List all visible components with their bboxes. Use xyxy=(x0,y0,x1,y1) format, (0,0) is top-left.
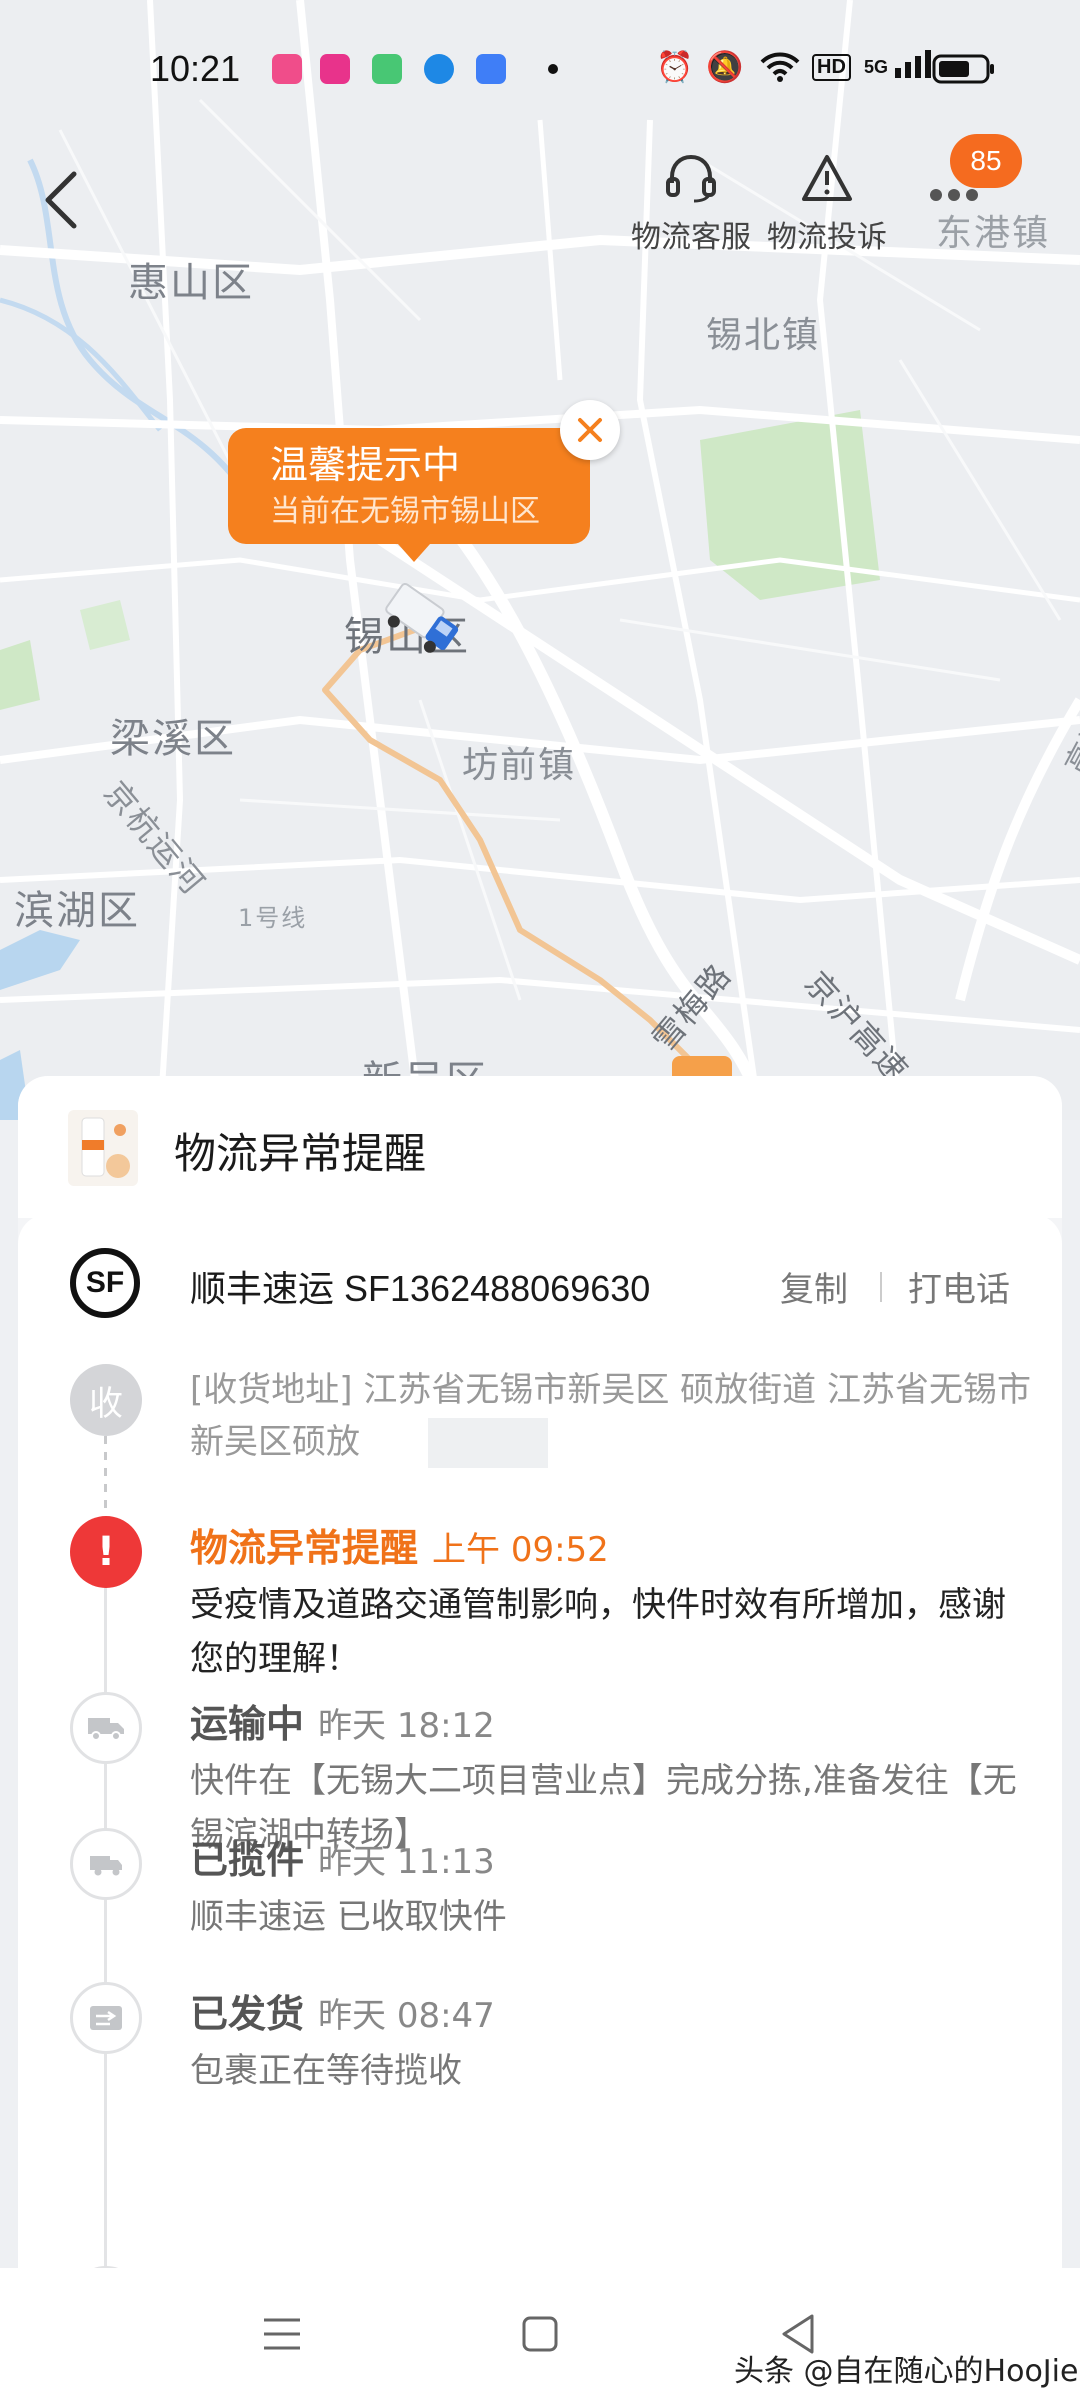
map-label-huishan: 惠山区 xyxy=(128,260,254,306)
notification-badge: 85 xyxy=(950,134,1022,188)
map-label-xibei: 锡北镇 xyxy=(706,315,821,356)
logistics-service-label: 物流客服 xyxy=(631,220,751,255)
map-label-fangqian: 坊前镇 xyxy=(462,745,577,786)
product-thumbnail xyxy=(68,1110,138,1186)
app-icon xyxy=(476,54,506,84)
battery-icon xyxy=(932,52,996,94)
truck-icon xyxy=(70,1692,142,1764)
copy-button[interactable]: 复制 xyxy=(780,1262,848,1311)
alert-title: 物流异常提醒 xyxy=(174,1129,427,1178)
menu-icon[interactable] xyxy=(252,2304,312,2364)
close-icon xyxy=(578,418,602,442)
mute-icon: 🔕 xyxy=(706,50,744,85)
event-status: 已揽件 xyxy=(190,1838,305,1882)
timeline-event: 已揽件 昨天 11:13 顺丰速运 已收取快件 xyxy=(190,1834,1030,1944)
logistics-complaint-button[interactable]: 物流投诉 xyxy=(762,150,892,256)
tracking-number: 顺丰速运 SF1362488069630 xyxy=(190,1268,651,1309)
status-time: 10:21 xyxy=(150,48,241,89)
chevron-left-icon xyxy=(45,171,77,229)
event-time: 昨天 18:12 xyxy=(318,1706,495,1746)
headset-icon xyxy=(626,150,756,206)
alarm-icon: ⏰ xyxy=(656,50,694,85)
warning-triangle-icon xyxy=(762,150,892,206)
app-icon xyxy=(372,54,402,84)
tip-close-button[interactable] xyxy=(560,400,620,460)
tip-title: 温馨提示中 xyxy=(270,443,461,487)
event-time: 昨天 11:13 xyxy=(318,1842,495,1882)
event-time: 上午 09:52 xyxy=(432,1530,609,1570)
carrier-row: SF 顺丰速运 SF1362488069630 复制 打电话 xyxy=(18,1214,1062,1344)
receive-address-node: 收 xyxy=(70,1364,142,1436)
exclamation-icon: ! xyxy=(70,1516,142,1588)
truck-marker-icon xyxy=(378,580,468,660)
wifi-icon xyxy=(760,50,800,92)
tip-subtitle: 当前在无锡市锡山区 xyxy=(270,494,540,529)
status-bar: 10:21 ⏰ 🔕 HD 5G xyxy=(0,40,1080,104)
more-options-button[interactable] xyxy=(930,186,990,206)
tracking-sheet: 物流异常提醒 SF 顺丰速运 SF1362488069630 复制 打电话 收 … xyxy=(18,1076,1062,2400)
warm-tip-bubble[interactable]: 温馨提示中 当前在无锡市锡山区 xyxy=(228,428,590,562)
logistics-complaint-label: 物流投诉 xyxy=(767,220,887,255)
event-status: 运输中 xyxy=(190,1702,305,1746)
map-label-liangxi: 梁溪区 xyxy=(110,716,236,762)
event-status: 已发货 xyxy=(190,1992,305,2036)
map-label-donggang: 东港镇 xyxy=(936,213,1051,254)
map-view[interactable]: 惠山区 锡北镇 东港镇 锡山区 梁溪区 京杭运河 坊前镇 滨湖区 1号线 雪梅路… xyxy=(0,0,1080,1120)
signal-5g-icon: 5G xyxy=(864,48,933,78)
timeline-event: 已发货 昨天 08:47 包裹正在等待揽收 xyxy=(190,1988,1030,2098)
app-icon xyxy=(424,54,454,84)
dot-icon xyxy=(548,64,558,74)
map-label-line1: 1号线 xyxy=(238,904,308,932)
event-description: 包裹正在等待揽收 xyxy=(190,2051,462,2091)
map-label-binhu: 滨湖区 xyxy=(14,888,140,934)
timeline-event: 物流异常提醒 上午 09:52 受疫情及道路交通管制影响，快件时效有所增加，感谢您… xyxy=(190,1522,1030,1686)
event-status: 物流异常提醒 xyxy=(190,1526,419,1570)
watermark-text: 头条 @自在随心的HooJie xyxy=(734,2354,1079,2389)
shipped-box-icon xyxy=(70,1982,142,2054)
divider xyxy=(880,1272,882,1302)
timeline-connector xyxy=(104,1436,107,1516)
event-time: 昨天 08:47 xyxy=(318,1996,495,2036)
tracking-card: SF 顺丰速运 SF1362488069630 复制 打电话 收 [收货地址] … xyxy=(18,1214,1062,2400)
home-square-icon[interactable] xyxy=(510,2304,570,2364)
map-roads xyxy=(0,0,1080,1120)
back-button[interactable] xyxy=(38,168,88,232)
call-button[interactable]: 打电话 xyxy=(908,1262,1010,1311)
alert-header[interactable]: 物流异常提醒 xyxy=(18,1076,1062,1218)
logistics-service-button[interactable]: 物流客服 xyxy=(626,150,756,256)
pickup-truck-icon xyxy=(70,1828,142,1900)
event-description: 受疫情及道路交通管制影响，快件时效有所增加，感谢您的理解！ xyxy=(190,1585,1006,1679)
hd-icon: HD xyxy=(812,54,851,81)
app-icon xyxy=(272,54,302,84)
event-description: 顺丰速运 已收取快件 xyxy=(190,1897,507,1937)
app-icon xyxy=(320,54,350,84)
network-type: 5G xyxy=(864,57,889,77)
sf-express-logo: SF xyxy=(70,1248,140,1318)
receive-address-text: [收货地址] 江苏省无锡市新吴区 硕放街道 江苏省无锡市新吴区硕放 xyxy=(190,1370,1031,1462)
address-redaction xyxy=(428,1418,548,1468)
